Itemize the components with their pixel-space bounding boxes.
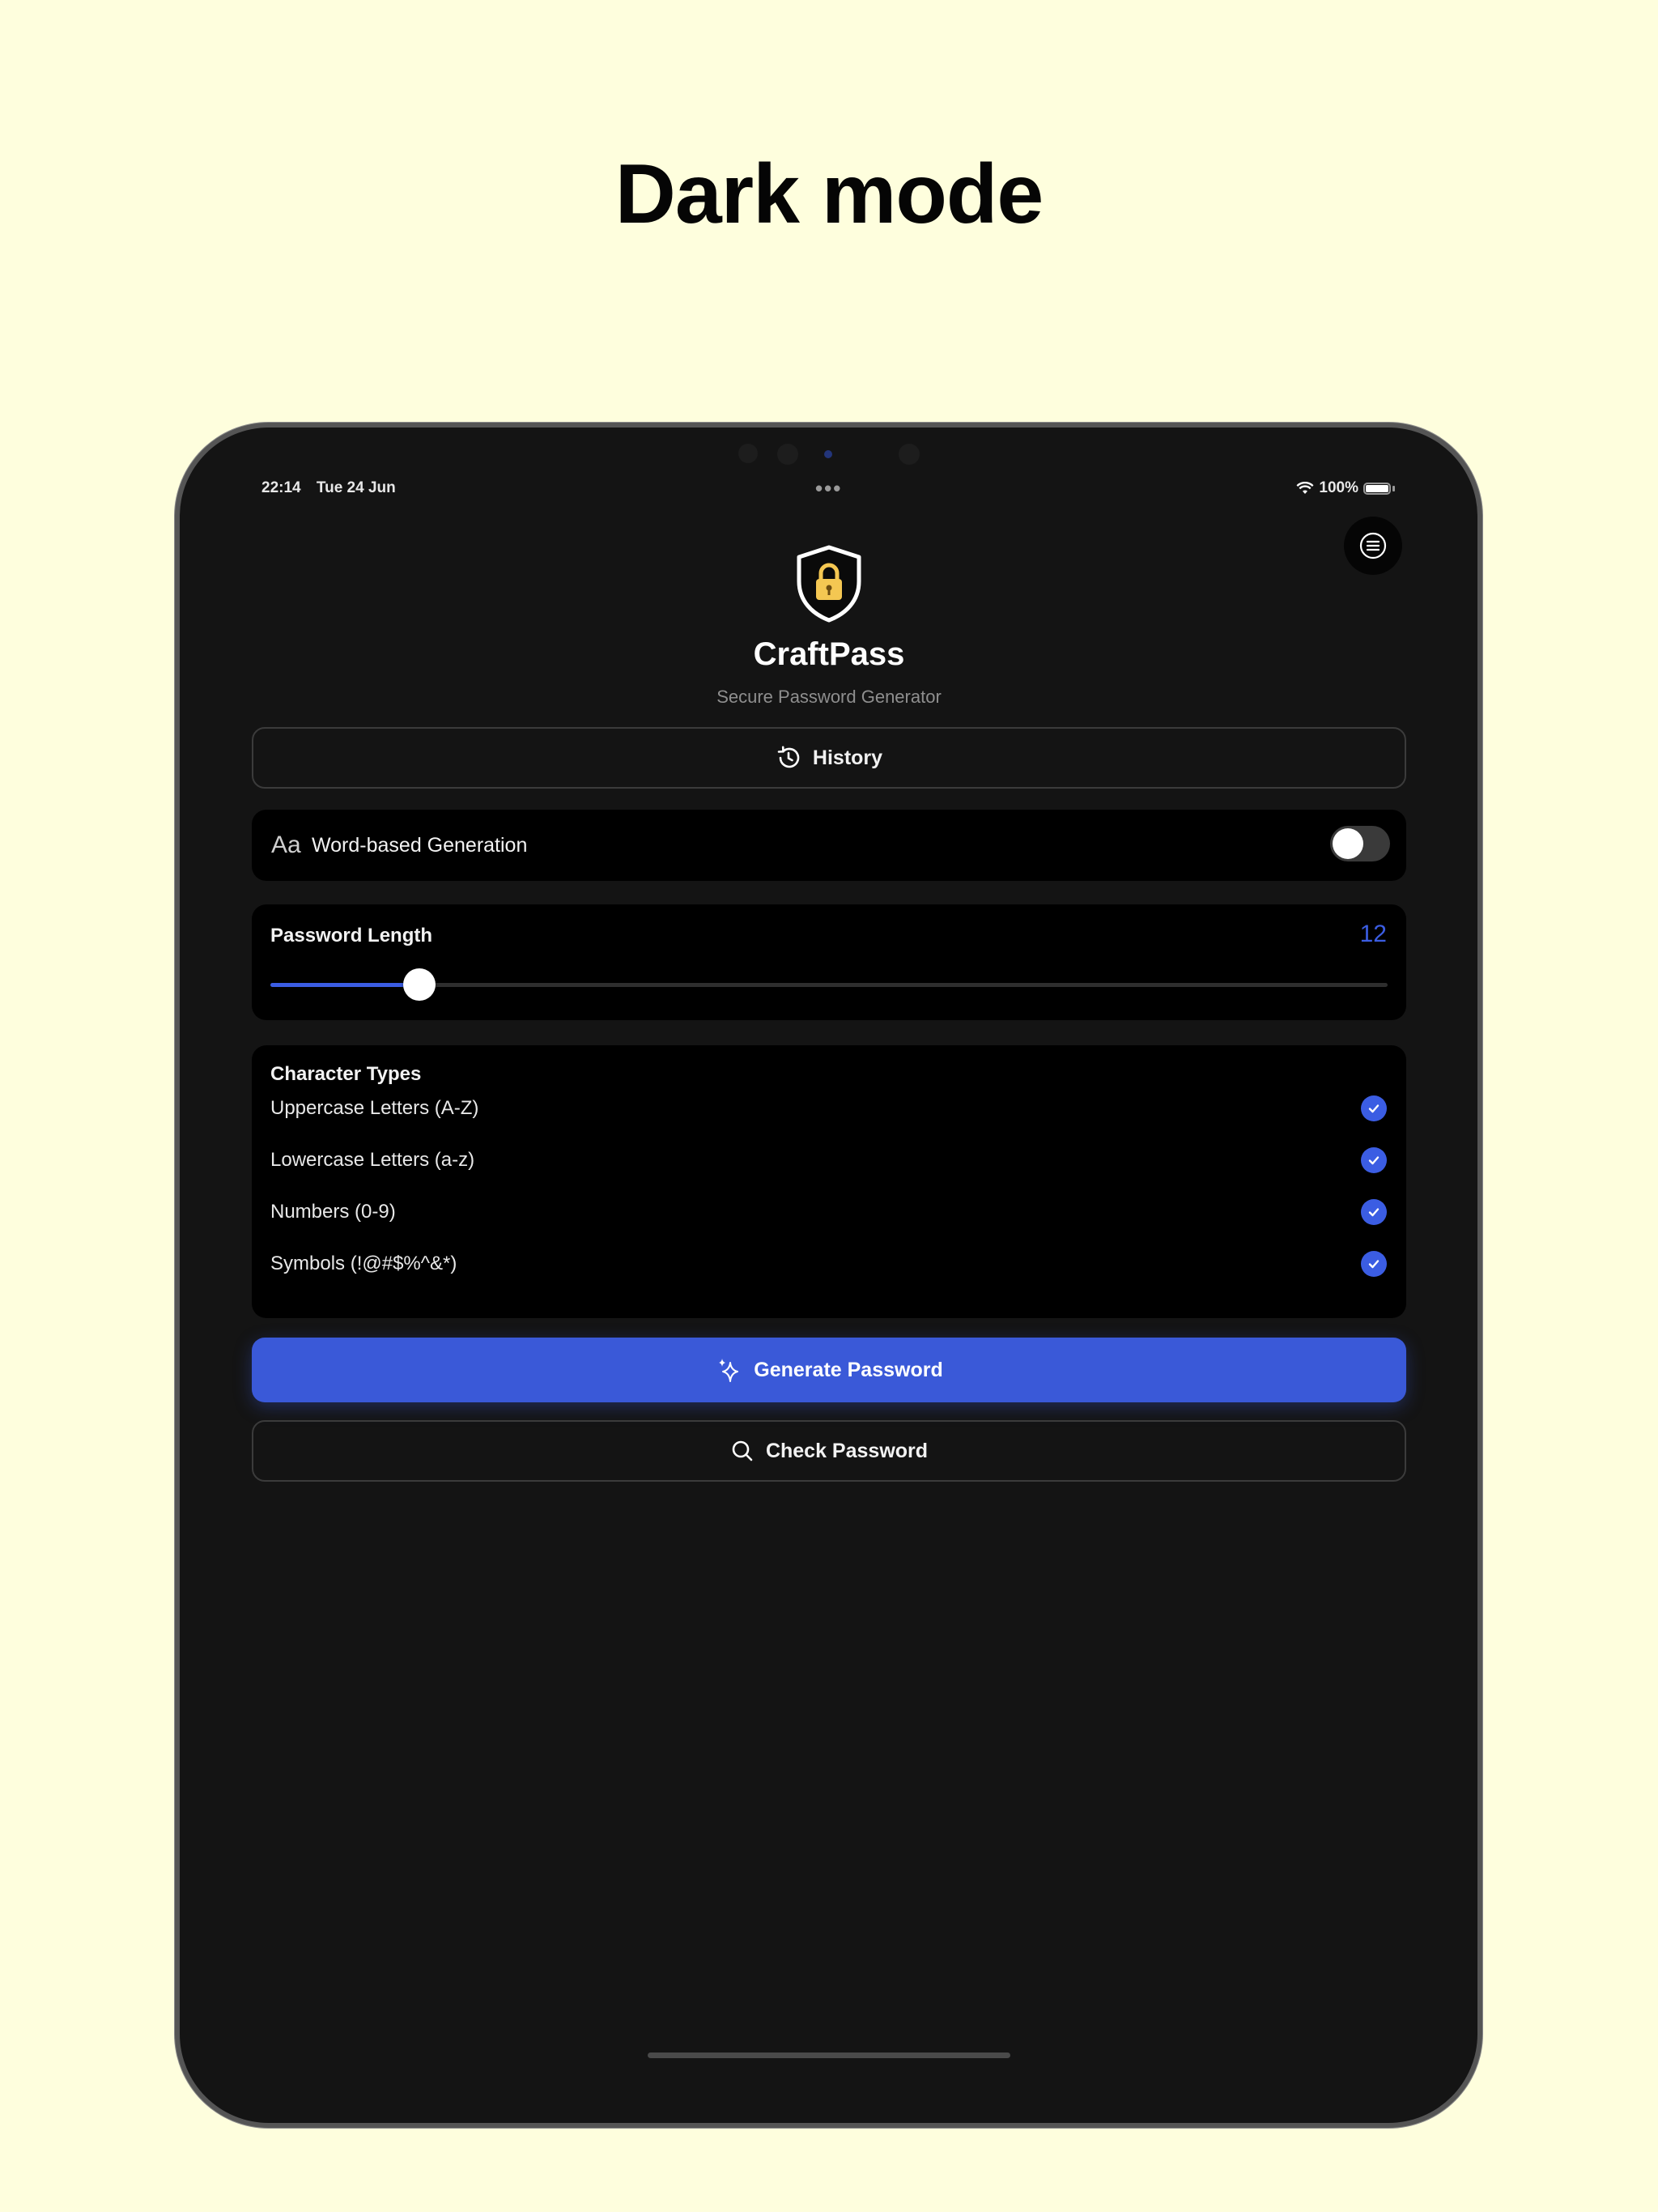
status-bar: 22:14 Tue 24 Jun ••• 100% <box>261 476 1395 504</box>
character-types-heading: Character Types <box>270 1063 422 1085</box>
list-circle-icon <box>1359 532 1387 559</box>
slider-fill <box>270 983 419 987</box>
char-type-numbers[interactable]: Numbers (0-9) <box>270 1196 1387 1228</box>
checkmark-icon[interactable] <box>1361 1251 1387 1277</box>
app-subtitle: Secure Password Generator <box>716 687 942 707</box>
text-format-icon: Aa <box>271 832 301 858</box>
generate-password-label: Generate Password <box>754 1358 943 1381</box>
sparkles-icon <box>719 1359 739 1382</box>
home-indicator[interactable] <box>648 2052 1010 2058</box>
search-icon <box>732 1440 753 1461</box>
char-type-symbols[interactable]: Symbols (!@#$%^&*) <box>270 1248 1387 1280</box>
check-password-label: Check Password <box>765 1439 929 1462</box>
slider-thumb[interactable] <box>403 968 436 1001</box>
generate-password-button[interactable]: Generate Password <box>252 1338 1406 1402</box>
checkmark-icon[interactable] <box>1361 1147 1387 1173</box>
char-type-label: Uppercase Letters (A-Z) <box>270 1097 479 1119</box>
history-button[interactable]: History <box>252 727 1406 789</box>
char-type-lowercase[interactable]: Lowercase Letters (a-z) <box>270 1144 1387 1176</box>
char-type-uppercase[interactable]: Uppercase Letters (A-Z) <box>270 1092 1387 1125</box>
password-length-label: Password Length <box>270 925 433 946</box>
status-date: Tue 24 Jun <box>316 479 396 496</box>
checkmark-icon[interactable] <box>1361 1095 1387 1121</box>
password-length-slider[interactable] <box>270 968 1388 1001</box>
multitasking-dots-icon[interactable]: ••• <box>815 476 842 501</box>
status-time: 22:14 <box>261 479 301 496</box>
app-title: CraftPass <box>753 636 905 672</box>
toggle-knob <box>1333 828 1363 859</box>
password-length-card: Password Length 12 <box>252 904 1406 1020</box>
battery-percent: 100% <box>1319 479 1358 496</box>
word-generation-row: Aa Word-based Generation <box>252 810 1406 881</box>
menu-button[interactable] <box>1344 517 1402 575</box>
history-label: History <box>812 746 883 769</box>
page-headline: Dark mode <box>614 147 1044 241</box>
shield-lock-icon <box>797 545 861 623</box>
char-type-label: Symbols (!@#$%^&*) <box>270 1253 457 1274</box>
volume-up-button <box>1477 547 1482 611</box>
battery-icon <box>1363 482 1391 495</box>
char-type-label: Lowercase Letters (a-z) <box>270 1149 475 1171</box>
history-icon <box>777 746 800 768</box>
char-type-label: Numbers (0-9) <box>270 1201 396 1223</box>
check-password-button[interactable]: Check Password <box>252 1420 1406 1482</box>
camera-bar <box>729 444 939 465</box>
character-types-card: Character Types Uppercase Letters (A-Z) … <box>252 1045 1406 1318</box>
word-generation-label: Word-based Generation <box>312 833 528 857</box>
wifi-icon <box>1296 482 1314 494</box>
password-length-value: 12 <box>1359 921 1387 947</box>
checkmark-icon[interactable] <box>1361 1199 1387 1225</box>
word-generation-toggle[interactable] <box>1330 826 1390 861</box>
